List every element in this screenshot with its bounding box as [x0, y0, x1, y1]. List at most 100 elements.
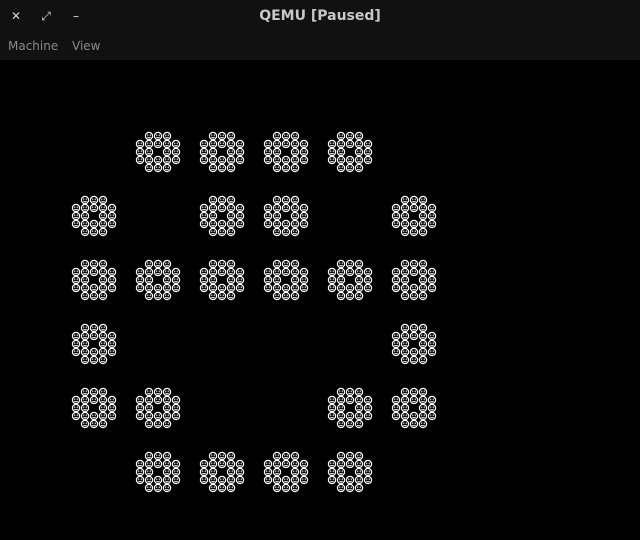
smiley-glyph — [327, 155, 337, 165]
smiley-glyph — [98, 339, 108, 349]
smiley-glyph — [171, 459, 181, 469]
smiley-glyph — [162, 147, 172, 157]
smiley-glyph — [391, 283, 401, 293]
smiley-glyph — [144, 291, 154, 301]
smiley-glyph — [98, 323, 108, 333]
smiley-glyph — [98, 283, 108, 293]
smiley-glyph — [89, 323, 99, 333]
smiley-glyph — [98, 211, 108, 221]
smiley-glyph — [354, 411, 364, 421]
smiley-glyph — [354, 291, 364, 301]
smiley-glyph — [89, 195, 99, 205]
smiley-glyph — [80, 291, 90, 301]
smiley-cluster — [199, 131, 245, 173]
smiley-glyph — [427, 219, 437, 229]
smiley-glyph — [171, 275, 181, 285]
smiley-glyph — [226, 211, 236, 221]
smiley-glyph — [144, 163, 154, 173]
smiley-glyph — [336, 387, 346, 397]
smiley-glyph — [400, 195, 410, 205]
smiley-glyph — [235, 203, 245, 213]
smiley-glyph — [98, 227, 108, 237]
smiley-glyph — [162, 275, 172, 285]
smiley-glyph — [327, 403, 337, 413]
smiley-glyph — [418, 211, 428, 221]
smiley-glyph — [409, 355, 419, 365]
smiley-glyph — [263, 475, 273, 485]
menu-bar: Machine View — [0, 32, 640, 60]
smiley-glyph — [226, 267, 236, 277]
smiley-glyph — [107, 267, 117, 277]
smiley-glyph — [418, 267, 428, 277]
smiley-glyph — [354, 419, 364, 429]
smiley-glyph — [345, 387, 355, 397]
smiley-glyph — [171, 395, 181, 405]
smiley-cluster — [135, 259, 181, 301]
smiley-glyph — [144, 131, 154, 141]
smiley-glyph — [226, 203, 236, 213]
smiley-glyph — [281, 483, 291, 493]
smiley-glyph — [409, 347, 419, 357]
smiley-glyph — [290, 291, 300, 301]
smiley-glyph — [217, 259, 227, 269]
menu-machine[interactable]: Machine — [8, 38, 58, 54]
smiley-cluster — [135, 451, 181, 493]
smiley-glyph — [153, 451, 163, 461]
smiley-glyph — [263, 283, 273, 293]
smiley-glyph — [363, 411, 373, 421]
smiley-glyph — [199, 219, 209, 229]
smiley-glyph — [427, 331, 437, 341]
smiley-glyph — [427, 283, 437, 293]
smiley-glyph — [107, 395, 117, 405]
smiley-glyph — [235, 155, 245, 165]
smiley-glyph — [336, 419, 346, 429]
smiley-glyph — [400, 331, 410, 341]
smiley-glyph — [391, 275, 401, 285]
smiley-glyph — [400, 419, 410, 429]
smiley-glyph — [89, 227, 99, 237]
guest-display[interactable] — [0, 60, 640, 540]
smiley-glyph — [208, 211, 218, 221]
smiley-glyph — [144, 275, 154, 285]
smiley-glyph — [144, 419, 154, 429]
smiley-glyph — [71, 331, 81, 341]
smiley-glyph — [345, 475, 355, 485]
smiley-glyph — [263, 147, 273, 157]
smiley-glyph — [199, 155, 209, 165]
menu-view[interactable]: View — [72, 38, 100, 54]
smiley-glyph — [208, 195, 218, 205]
smiley-glyph — [208, 203, 218, 213]
smiley-glyph — [345, 131, 355, 141]
smiley-glyph — [208, 147, 218, 157]
smiley-glyph — [162, 451, 172, 461]
smiley-glyph — [217, 475, 227, 485]
smiley-glyph — [217, 131, 227, 141]
smiley-glyph — [98, 403, 108, 413]
smiley-glyph — [144, 139, 154, 149]
smiley-glyph — [327, 275, 337, 285]
smiley-glyph — [299, 155, 309, 165]
smiley-glyph — [327, 283, 337, 293]
smiley-glyph — [409, 323, 419, 333]
smiley-glyph — [281, 131, 291, 141]
smiley-glyph — [336, 147, 346, 157]
smiley-glyph — [391, 339, 401, 349]
smiley-glyph — [400, 291, 410, 301]
smiley-glyph — [354, 259, 364, 269]
smiley-glyph — [153, 419, 163, 429]
smiley-glyph — [217, 267, 227, 277]
smiley-glyph — [153, 411, 163, 421]
smiley-glyph — [171, 155, 181, 165]
smiley-glyph — [409, 395, 419, 405]
smiley-glyph — [363, 283, 373, 293]
smiley-glyph — [272, 291, 282, 301]
smiley-cluster — [263, 131, 309, 173]
smiley-glyph — [80, 323, 90, 333]
smiley-glyph — [400, 355, 410, 365]
smiley-glyph — [281, 139, 291, 149]
smiley-glyph — [354, 467, 364, 477]
smiley-glyph — [71, 395, 81, 405]
smiley-glyph — [135, 267, 145, 277]
smiley-glyph — [71, 219, 81, 229]
smiley-glyph — [98, 419, 108, 429]
